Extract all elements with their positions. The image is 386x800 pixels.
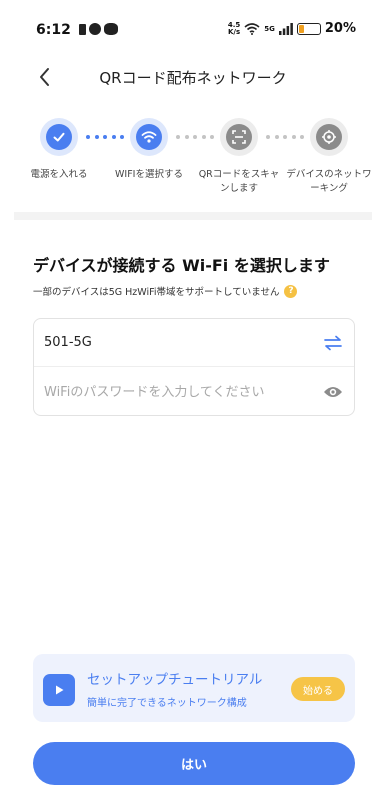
signal-icon (278, 22, 293, 35)
step-scan-qr: QRコードをスキャンします (194, 118, 284, 196)
step-power-on: 電源を入れる (14, 118, 104, 182)
battery-level (298, 24, 304, 33)
wifi-status-icon (244, 22, 260, 35)
step-label: QRコードをスキャンします (198, 169, 280, 194)
battery-icon (296, 22, 321, 35)
check-icon (53, 132, 65, 142)
tutorial-subtitle: 簡単に完了できるネットワーク構成 (87, 698, 247, 709)
ssid-field[interactable]: 501-5G (44, 335, 322, 350)
wifi-icon (141, 131, 157, 143)
step-label: 電源を入れる (30, 169, 88, 180)
page-title: QRコード配布ネットワーク (99, 69, 287, 87)
section-divider (14, 212, 372, 220)
step-circle (310, 118, 348, 156)
help-icon[interactable]: ? (284, 284, 298, 298)
scan-icon (232, 130, 246, 144)
ssid-row[interactable]: 501-5G (34, 319, 354, 367)
tutorial-title: セットアップチュートリアル (87, 672, 263, 688)
battery-percent: 20% (324, 21, 356, 36)
step-label: WIFIを選択する (115, 169, 183, 180)
band-note-text: 一部のデバイスは5G HzWiFi帯域をサポートしていません (33, 287, 280, 298)
step-circle (130, 118, 168, 156)
eye-icon[interactable] (322, 381, 344, 403)
play-icon[interactable] (43, 674, 75, 706)
start-tutorial-button[interactable]: 始める (291, 677, 345, 701)
wifi-form: 501-5G (33, 318, 355, 416)
confirm-button[interactable]: はい (33, 742, 355, 785)
lock-icon (79, 23, 86, 35)
status-time: 6:12 (36, 22, 71, 38)
network-icon (322, 130, 336, 144)
switch-network-icon[interactable] (322, 332, 344, 354)
step-label: デバイスのネットワーキング (286, 169, 372, 194)
step-device-networking: デバイスのネットワーキング (284, 118, 374, 196)
status-bar: 6:12 4.5 K/s 5G 20% (0, 0, 386, 62)
chat-icon (89, 23, 101, 35)
step-circle (220, 118, 258, 156)
notification-icons (79, 23, 118, 35)
band-note: 一部のデバイスは5G HzWiFi帯域をサポートしていません ? (33, 284, 298, 298)
step-select-wifi: WIFIを選択する (104, 118, 194, 182)
speed-unit: K/s (227, 27, 241, 36)
tutorial-card[interactable]: セットアップチュートリアル 簡単に完了できるネットワーク構成 始める (33, 654, 355, 722)
password-input[interactable] (44, 384, 322, 400)
wechat-icon (104, 23, 118, 35)
network-type: 5G (264, 24, 275, 33)
setup-steps: 電源を入れる WIFIを選択する QRコードをスキャンします デバイスのネットワ… (0, 118, 386, 208)
header: QRコード配布ネットワーク (0, 62, 386, 92)
network-speed: 4.5 K/s (227, 21, 241, 36)
status-indicators: 4.5 K/s 5G 20% (228, 21, 356, 36)
main-heading: デバイスが接続する Wi-Fi を選択します (33, 256, 330, 275)
password-row (34, 368, 354, 416)
step-circle (40, 118, 78, 156)
